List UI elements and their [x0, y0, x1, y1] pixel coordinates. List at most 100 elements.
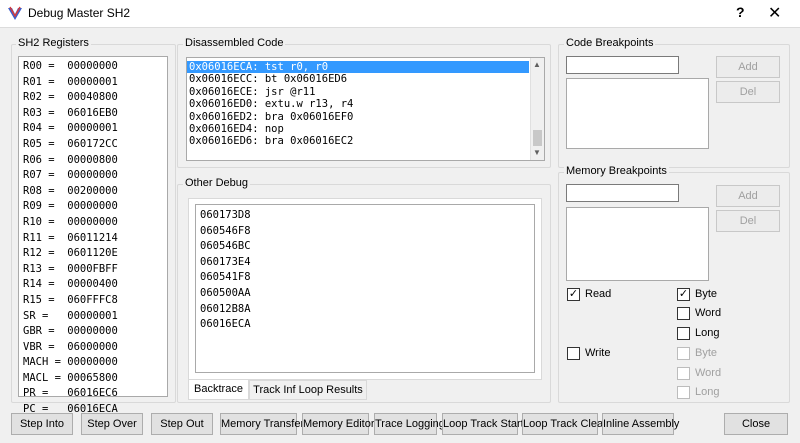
- register-row[interactable]: MACH = 00000000: [19, 355, 167, 371]
- help-button[interactable]: ?: [736, 4, 745, 20]
- write-word-label: Word: [695, 367, 722, 379]
- register-row[interactable]: R15 = 060FFFC8: [19, 293, 167, 309]
- write-long-checkbox[interactable]: Long: [677, 386, 719, 400]
- loop-track-clear-button[interactable]: Loop Track Clear: [522, 413, 607, 435]
- disassembly-row[interactable]: 0x06016ED6: bra 0x06016EC2: [187, 135, 529, 147]
- backtrace-row[interactable]: 060546F8: [196, 224, 534, 240]
- register-row[interactable]: R03 = 06016EB0: [19, 106, 167, 122]
- long-checkbox[interactable]: Long: [677, 327, 719, 341]
- registers-list: R00 = 00000000 R01 = 00000001 R02 = 000408…: [19, 57, 167, 418]
- write-check-icon[interactable]: [567, 347, 580, 360]
- register-row[interactable]: R10 = 00000000: [19, 215, 167, 231]
- registers-label: SH2 Registers: [16, 37, 91, 49]
- backtrace-list-box[interactable]: 060173D8 060546F8 060546BC 060173E4 060541F8…: [195, 204, 535, 373]
- code-breakpoint-input[interactable]: [566, 56, 679, 74]
- disassembly-row[interactable]: 0x06016ECA: tst r0, r0: [187, 61, 529, 74]
- register-row[interactable]: R09 = 00000000: [19, 199, 167, 215]
- write-byte-check-icon[interactable]: [677, 347, 690, 360]
- write-long-check-icon[interactable]: [677, 386, 690, 399]
- app-icon: [8, 6, 22, 20]
- backtrace-list: 060173D8 060546F8 060546BC 060173E4 060541F8…: [196, 205, 534, 333]
- write-checkbox[interactable]: Write: [567, 347, 610, 361]
- code-breakpoint-add-button[interactable]: Add: [716, 56, 780, 78]
- scroll-thumb[interactable]: [533, 130, 542, 146]
- read-check-icon[interactable]: ✓: [567, 288, 580, 301]
- word-checkbox[interactable]: Word: [677, 307, 721, 321]
- register-row[interactable]: R05 = 060172CC: [19, 137, 167, 153]
- register-row[interactable]: R00 = 00000000: [19, 59, 167, 75]
- register-row[interactable]: R08 = 00200000: [19, 184, 167, 200]
- write-label: Write: [585, 347, 611, 359]
- window-title: Debug Master SH2: [28, 6, 131, 20]
- backtrace-row[interactable]: 060173D8: [196, 208, 534, 224]
- backtrace-row[interactable]: 060546BC: [196, 239, 534, 255]
- register-row[interactable]: R04 = 00000001: [19, 121, 167, 137]
- register-row[interactable]: SR = 00000001: [19, 309, 167, 325]
- title-bar: Debug Master SH2 ? ✕: [0, 0, 800, 28]
- memory-breakpoint-add-button[interactable]: Add: [716, 185, 780, 207]
- disassembly-row[interactable]: 0x06016ECC: bt 0x06016ED6: [187, 73, 529, 85]
- write-word-checkbox[interactable]: Word: [677, 367, 721, 381]
- backtrace-row[interactable]: 06016ECA: [196, 317, 534, 333]
- register-row[interactable]: R13 = 0000FBFF: [19, 262, 167, 278]
- disassembly-scrollbar[interactable]: ▲ ▼: [530, 58, 544, 160]
- register-row[interactable]: R14 = 00000400: [19, 277, 167, 293]
- scroll-down-icon[interactable]: ▼: [533, 148, 541, 157]
- disassembly-list: 0x06016ECA: tst r0, r0 0x06016ECC: bt 0x0…: [187, 58, 529, 148]
- register-row[interactable]: GBR = 00000000: [19, 324, 167, 340]
- disassembly-row[interactable]: 0x06016ED0: extu.w r13, r4: [187, 98, 529, 110]
- memory-breakpoint-list[interactable]: [566, 207, 709, 281]
- step-over-button[interactable]: Step Over: [81, 413, 143, 435]
- byte-check-icon[interactable]: ✓: [677, 288, 690, 301]
- register-row[interactable]: R07 = 00000000: [19, 168, 167, 184]
- write-byte-checkbox[interactable]: Byte: [677, 347, 717, 361]
- register-row[interactable]: R01 = 00000001: [19, 75, 167, 91]
- write-byte-label: Byte: [695, 347, 718, 359]
- word-check-icon[interactable]: [677, 307, 690, 320]
- write-word-check-icon[interactable]: [677, 367, 690, 380]
- register-row[interactable]: PR = 06016EC6: [19, 386, 167, 402]
- memory-breakpoint-del-button[interactable]: Del: [716, 210, 780, 232]
- disassembly-list-box[interactable]: 0x06016ECA: tst r0, r0 0x06016ECC: bt 0x0…: [186, 57, 545, 161]
- backtrace-row[interactable]: 060500AA: [196, 286, 534, 302]
- memory-breakpoints-label: Memory Breakpoints: [564, 165, 669, 177]
- register-row[interactable]: VBR = 06000000: [19, 340, 167, 356]
- loop-track-start-button[interactable]: Loop Track Start: [442, 413, 524, 435]
- memory-editor-button[interactable]: Memory Editor: [302, 413, 375, 435]
- memory-transfer-button[interactable]: Memory Transfer: [220, 413, 304, 435]
- long-check-icon[interactable]: [677, 327, 690, 340]
- disassembly-row[interactable]: 0x06016ED2: bra 0x06016EF0: [187, 111, 529, 123]
- read-checkbox[interactable]: ✓ Read: [567, 288, 611, 302]
- tab-track-inf-loop-results[interactable]: Track Inf Loop Results: [249, 380, 367, 400]
- register-row[interactable]: R12 = 0601120E: [19, 246, 167, 262]
- scroll-up-icon[interactable]: ▲: [533, 60, 541, 69]
- disassembly-label: Disassembled Code: [183, 37, 286, 49]
- register-row[interactable]: R02 = 00040800: [19, 90, 167, 106]
- memory-breakpoint-input[interactable]: [566, 184, 679, 202]
- trace-logging-button[interactable]: Trace Logging: [374, 413, 445, 435]
- tab-backtrace[interactable]: Backtrace: [188, 380, 249, 400]
- step-into-button[interactable]: Step Into: [11, 413, 73, 435]
- inline-assembly-button[interactable]: Inline Assembly: [602, 413, 679, 435]
- word-label: Word: [695, 307, 722, 319]
- registers-list-box[interactable]: R00 = 00000000 R01 = 00000001 R02 = 000408…: [18, 56, 168, 415]
- close-button[interactable]: Close: [724, 413, 788, 435]
- code-breakpoint-del-button[interactable]: Del: [716, 81, 780, 103]
- backtrace-row[interactable]: 060173E4: [196, 255, 534, 271]
- register-row[interactable]: R11 = 06011214: [19, 231, 167, 247]
- step-out-button[interactable]: Step Out: [151, 413, 213, 435]
- disassembly-row[interactable]: 0x06016ED4: nop: [187, 123, 529, 135]
- close-window-button[interactable]: ✕: [768, 3, 781, 23]
- read-label: Read: [585, 288, 612, 300]
- disassembly-row[interactable]: 0x06016ECE: jsr @r11: [187, 86, 529, 98]
- write-long-label: Long: [695, 386, 720, 398]
- other-debug-label: Other Debug: [183, 177, 250, 189]
- register-row[interactable]: R06 = 00000800: [19, 153, 167, 169]
- byte-label: Byte: [695, 288, 718, 300]
- register-row[interactable]: MACL = 00065800: [19, 371, 167, 387]
- code-breakpoint-list[interactable]: [566, 78, 709, 149]
- code-breakpoints-label: Code Breakpoints: [564, 37, 656, 49]
- byte-checkbox[interactable]: ✓ Byte: [677, 288, 717, 302]
- backtrace-row[interactable]: 06012B8A: [196, 302, 534, 318]
- backtrace-row[interactable]: 060541F8: [196, 270, 534, 286]
